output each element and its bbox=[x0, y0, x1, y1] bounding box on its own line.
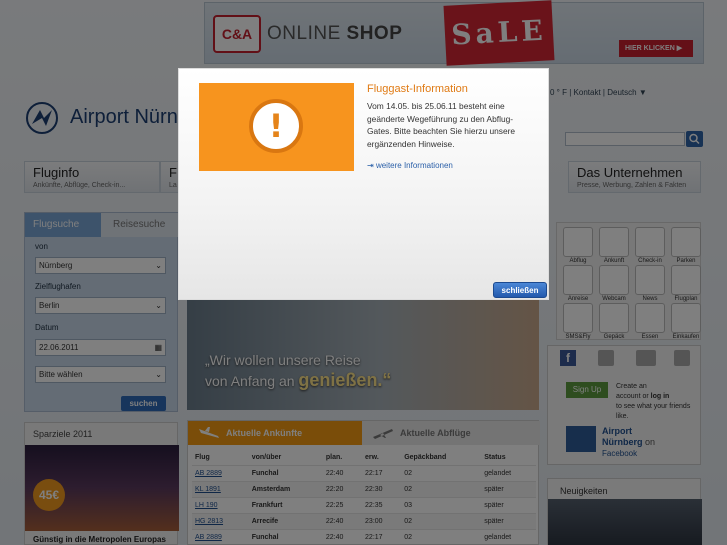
dialog-title: Fluggast-Information bbox=[367, 83, 468, 95]
passenger-info-dialog: ! Fluggast-Information Vom 14.05. bis 25… bbox=[178, 68, 549, 300]
warning-banner: ! bbox=[199, 83, 354, 171]
dialog-body: Vom 14.05. bis 25.06.11 besteht eine geä… bbox=[367, 101, 516, 149]
more-info-link[interactable]: ⇥ weitere Informationen bbox=[367, 161, 453, 170]
more-info-label: weitere Informationen bbox=[375, 161, 453, 170]
arrow-right-icon: ⇥ bbox=[367, 161, 374, 170]
exclamation-glyph: ! bbox=[268, 107, 284, 145]
close-button[interactable]: schließen bbox=[493, 282, 547, 298]
exclamation-icon: ! bbox=[249, 99, 303, 153]
